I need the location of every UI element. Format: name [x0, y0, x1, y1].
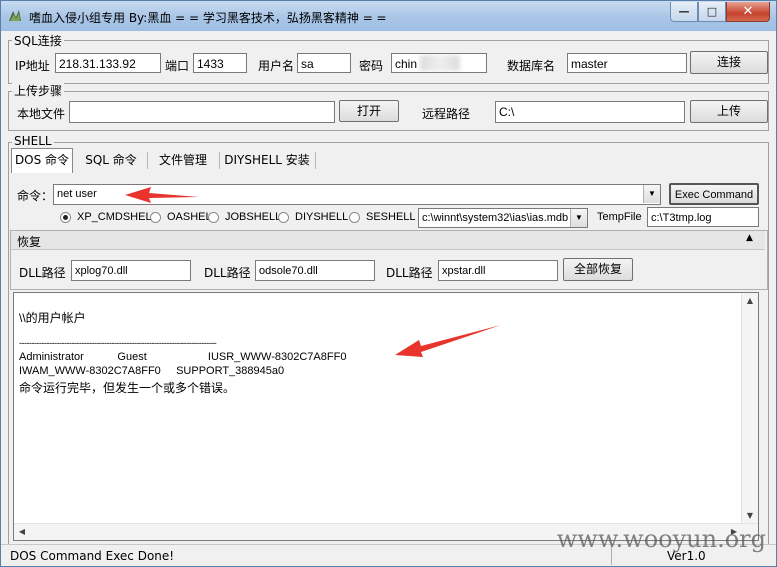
tab-separator: [219, 152, 220, 169]
app-icon: [9, 10, 21, 21]
radio-xp-cmdshell[interactable]: [60, 212, 71, 223]
radio-seshell-label: SESHELL: [366, 211, 416, 223]
tab-separator: [147, 152, 148, 169]
database-input[interactable]: master: [567, 53, 687, 73]
local-file-label: 本地文件: [17, 107, 66, 121]
annotation-arrow-command: [125, 187, 199, 203]
chevron-down-icon[interactable]: ▼: [570, 209, 587, 227]
radio-seshell[interactable]: [349, 212, 360, 223]
output-line: IWAM_WWW-8302C7A8FF0 SUPPORT_388945a0: [19, 365, 285, 377]
restore-header[interactable]: [11, 231, 765, 250]
username-input[interactable]: sa: [297, 53, 351, 73]
close-icon: ✕: [742, 4, 754, 19]
dll1-label: DLL路径: [19, 266, 66, 280]
window-title: 嗜血入侵小组专用 By:黑血 = = 学习黑客技术，弘扬黑客精神 = =: [29, 11, 387, 25]
radio-jobshell[interactable]: [208, 212, 219, 223]
tab-sql-command[interactable]: SQL 命令: [79, 149, 143, 171]
radio-diyshell-label: DIYSHELL: [295, 211, 349, 223]
sql-group-label: SQL连接: [12, 32, 64, 49]
output-line: ----------------------------------------…: [19, 338, 217, 348]
scroll-up-icon[interactable]: ▲: [742, 293, 758, 309]
minimize-button[interactable]: —: [670, 2, 698, 22]
command-output[interactable]: \\的用户帐户 --------------------------------…: [13, 292, 759, 541]
remote-path-input[interactable]: C:\: [495, 101, 685, 123]
upload-group-label: 上传步骤: [12, 82, 65, 99]
watermark: www.wooyun.org: [556, 525, 766, 553]
tab-diyshell-install[interactable]: DIYSHELL 安装: [223, 149, 311, 171]
local-file-input[interactable]: [69, 101, 335, 123]
radio-jobshell-label: JOBSHELL: [225, 211, 282, 223]
radio-diyshell[interactable]: [278, 212, 289, 223]
title-bar[interactable]: 嗜血入侵小组专用 By:黑血 = = 学习黑客技术，弘扬黑客精神 = = — □…: [1, 1, 776, 31]
username-label: 用户名: [258, 59, 295, 73]
ip-input[interactable]: 218.31.133.92: [55, 53, 161, 73]
remote-path-label: 远程路径: [422, 107, 471, 121]
main-window: 嗜血入侵小组专用 By:黑血 = = 学习黑客技术，弘扬黑客精神 = = — □…: [0, 0, 777, 567]
vertical-scrollbar[interactable]: ▲ ▼: [741, 293, 758, 524]
tempfile-input[interactable]: c:\T3tmp.log: [647, 207, 759, 227]
database-label: 数据库名: [507, 59, 556, 73]
scroll-left-icon[interactable]: ◀: [14, 524, 30, 540]
chevron-down-icon[interactable]: ▼: [643, 185, 660, 203]
exec-command-button[interactable]: Exec Command: [669, 183, 759, 205]
command-label: 命令：: [17, 189, 54, 203]
restore-all-button[interactable]: 全部恢复: [563, 258, 633, 281]
radio-oashell[interactable]: [150, 212, 161, 223]
annotation-arrow-output: [395, 325, 501, 357]
port-label: 端口: [165, 59, 190, 73]
tempfile-label: TempFile: [597, 211, 642, 223]
status-message: DOS Command Exec Done!: [10, 549, 175, 563]
tab-separator: [315, 152, 316, 169]
tab-dos-command[interactable]: DOS 命令: [11, 148, 73, 173]
shell-group-label: SHELL: [12, 134, 54, 148]
open-file-button[interactable]: 打开: [339, 100, 399, 122]
password-value: chin: [395, 57, 418, 71]
collapse-up-icon[interactable]: ▲: [746, 233, 753, 243]
scroll-down-icon[interactable]: ▼: [742, 508, 758, 524]
upload-button[interactable]: 上传: [690, 100, 768, 123]
password-label: 密码: [359, 59, 384, 73]
radio-xp-cmdshell-label: XP_CMDSHELL: [77, 211, 158, 223]
port-input[interactable]: 1433: [193, 53, 247, 73]
dll2-label: DLL路径: [204, 266, 251, 280]
password-input[interactable]: chin: [391, 53, 487, 73]
mdb-path-value: c:\winnt\system32\ias\ias.mdb: [422, 212, 569, 224]
maximize-icon: □: [706, 5, 718, 18]
dll3-label: DLL路径: [386, 266, 433, 280]
connect-button[interactable]: 连接: [690, 51, 768, 74]
tab-file-manager[interactable]: 文件管理: [151, 149, 215, 171]
close-button[interactable]: ✕: [726, 2, 770, 22]
command-value: net user: [57, 188, 97, 200]
password-blur-mask: [420, 55, 460, 71]
maximize-button[interactable]: □: [698, 2, 726, 22]
ip-label: IP地址: [15, 59, 50, 73]
output-line: 命令运行完毕，但发生一个或多个错误。: [19, 381, 236, 395]
minimize-icon: —: [678, 5, 690, 18]
dll2-input[interactable]: odsole70.dll: [255, 260, 375, 281]
dll3-input[interactable]: xpstar.dll: [438, 260, 558, 281]
output-line: Administrator Guest IUSR_WWW-8302C7A8FF0: [19, 351, 347, 363]
dll1-input[interactable]: xplog70.dll: [71, 260, 191, 281]
output-line: \\的用户帐户: [19, 311, 86, 325]
restore-section-label: 恢复: [17, 235, 42, 249]
mdb-path-combobox[interactable]: c:\winnt\system32\ias\ias.mdb ▼: [418, 208, 588, 228]
